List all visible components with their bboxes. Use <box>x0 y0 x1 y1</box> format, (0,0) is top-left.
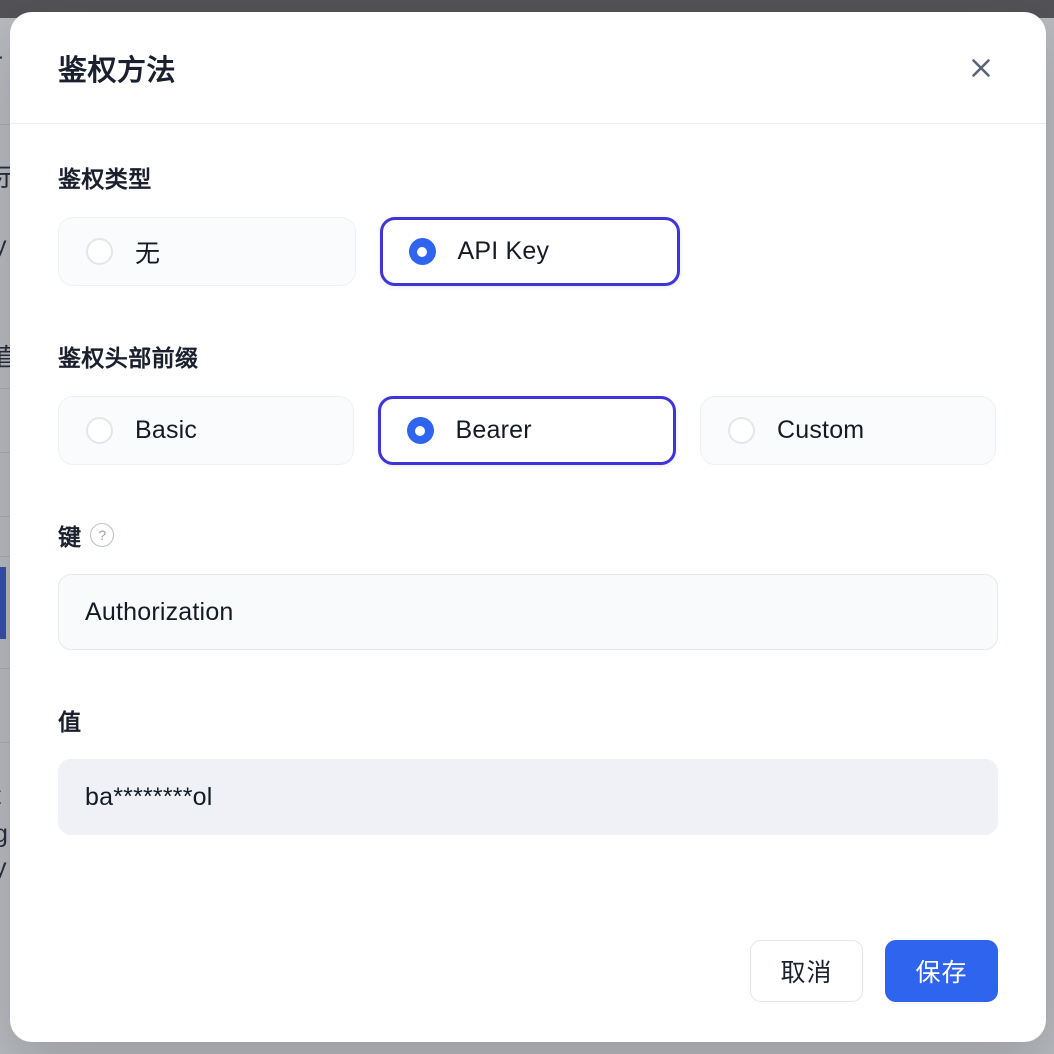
save-button[interactable]: 保存 <box>885 940 998 1002</box>
dialog-body: 鉴权类型 无 API Key 鉴权头部前缀 Basic Bearer Custo… <box>10 124 1046 940</box>
key-label-text: 键 <box>58 524 82 550</box>
help-circle-icon[interactable]: ? <box>90 523 115 547</box>
header-prefix-option-label: Custom <box>777 416 865 444</box>
header-prefix-option-label: Bearer <box>455 416 532 444</box>
auth-type-option-api-key[interactable]: API Key <box>380 217 680 286</box>
value-label: 值 <box>58 703 998 737</box>
value-input[interactable]: ba********ol <box>58 759 998 835</box>
auth-type-option-label: API Key <box>457 237 550 265</box>
close-icon <box>968 55 994 81</box>
key-input[interactable]: Authorization <box>58 574 998 650</box>
header-prefix-radio-group: Basic Bearer Custom <box>58 396 998 465</box>
auth-type-option-label: 无 <box>135 239 161 268</box>
header-prefix-label-text: 鉴权头部前缀 <box>58 345 199 371</box>
dialog-header: 鉴权方法 <box>10 12 1046 124</box>
auth-method-dialog: 鉴权方法 鉴权类型 无 API Key 鉴权头部前缀 Basic Bearer … <box>10 12 1046 1042</box>
header-prefix-option-label: Basic <box>135 416 198 444</box>
radio-selected-icon <box>408 238 436 265</box>
cancel-button[interactable]: 取消 <box>750 940 863 1002</box>
radio-selected-icon <box>406 417 434 444</box>
header-prefix-option-custom[interactable]: Custom <box>700 396 996 465</box>
auth-type-radio-group: 无 API Key <box>58 217 998 286</box>
auth-type-label: 鉴权类型 <box>58 160 998 194</box>
radio-icon <box>86 417 113 444</box>
screen: r 示 y 直 t g y 鉴权方法 <box>0 0 1054 1054</box>
dialog-footer: 取消 保存 <box>10 940 1046 1042</box>
dialog-title: 鉴权方法 <box>58 54 177 87</box>
header-prefix-label: 鉴权头部前缀 <box>58 339 998 373</box>
auth-type-option-none[interactable]: 无 <box>58 217 356 286</box>
radio-icon <box>86 238 113 265</box>
key-label: 键 ? <box>58 518 998 552</box>
value-label-text: 值 <box>58 709 82 735</box>
radio-icon <box>728 417 755 444</box>
header-prefix-option-bearer[interactable]: Bearer <box>378 396 676 465</box>
close-button[interactable] <box>960 47 1002 89</box>
auth-type-label-text: 鉴权类型 <box>58 166 152 192</box>
header-prefix-option-basic[interactable]: Basic <box>58 396 354 465</box>
